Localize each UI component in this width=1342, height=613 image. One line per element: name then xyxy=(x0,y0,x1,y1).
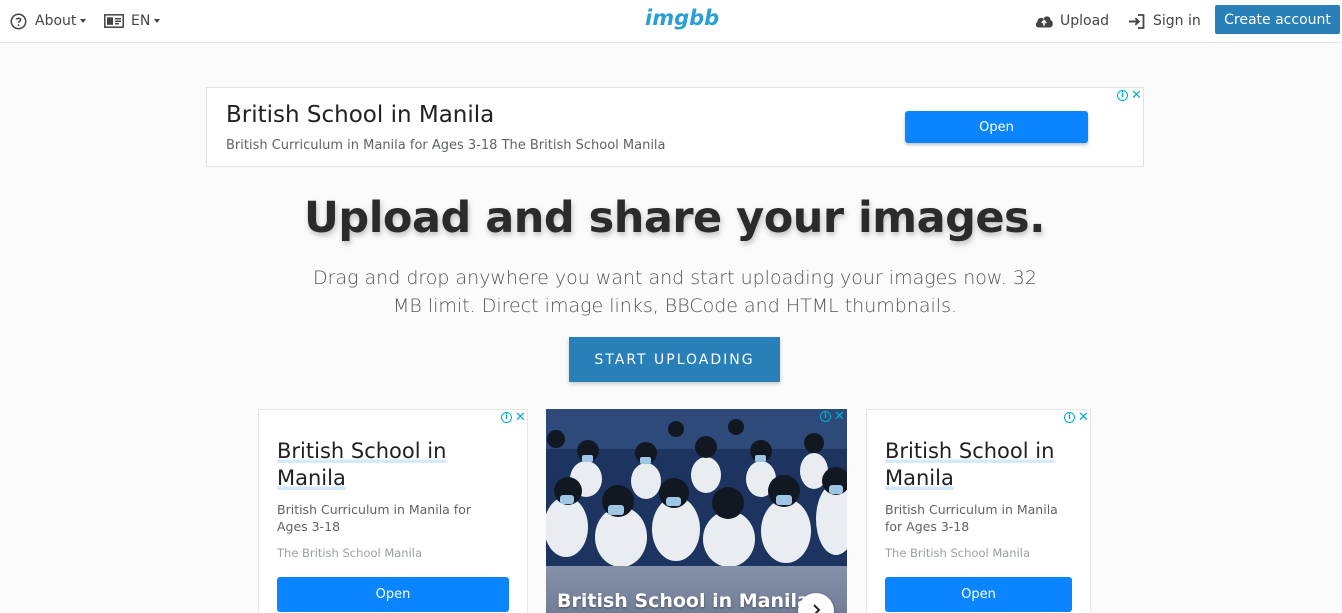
ad-card-description: British Curriculum in Manila for Ages 3-… xyxy=(277,502,471,534)
students-photo xyxy=(546,409,847,569)
hero-title: Upload and share your images. xyxy=(304,193,1045,243)
ad-info-icon[interactable]: i xyxy=(1117,90,1128,101)
ad-card-title-line2: Manila xyxy=(885,466,954,490)
ad-info-icon[interactable]: i xyxy=(1064,412,1075,423)
ad-info-icon[interactable]: i xyxy=(501,412,512,423)
adchoices[interactable]: i ✕ xyxy=(1064,411,1089,424)
signin-link[interactable]: Sign in xyxy=(1128,0,1201,42)
caret-down-icon xyxy=(80,19,87,23)
ad-image-title[interactable]: British School in Manila xyxy=(557,590,810,612)
upload-label: Upload xyxy=(1060,13,1110,29)
language-label: EN xyxy=(131,13,151,29)
upload-link[interactable]: Upload xyxy=(1034,0,1109,42)
ad-card-image[interactable]: i ✕ British School in Manila xyxy=(546,409,847,613)
language-card-icon xyxy=(104,14,124,28)
ad-card-title-line2: Manila xyxy=(277,466,346,490)
ad-banner-top[interactable]: i ✕ British School in Manila British Cur… xyxy=(206,87,1144,167)
ad-card-source: The British School Manila xyxy=(277,546,423,560)
create-account-button[interactable]: Create account xyxy=(1215,5,1340,34)
ad-close-icon[interactable]: ✕ xyxy=(1078,411,1089,424)
adchoices[interactable]: i ✕ xyxy=(820,410,845,423)
ad-card-source: The British School Manila xyxy=(885,546,1031,560)
start-uploading-button[interactable]: START UPLOADING xyxy=(569,337,780,382)
top-navigation-bar: About EN imgbb Upload Sign in Create acc… xyxy=(0,0,1342,43)
ad-card-right[interactable]: i ✕ British School in Manila British Cur… xyxy=(866,409,1091,613)
imgbb-logo[interactable]: imgbb xyxy=(645,6,719,30)
caret-down-icon xyxy=(154,19,161,23)
ad-close-icon[interactable]: ✕ xyxy=(1131,89,1142,102)
adchoices[interactable]: i ✕ xyxy=(1117,89,1142,102)
ad-card-open-button[interactable]: Open xyxy=(277,577,509,612)
help-circle-icon xyxy=(10,13,27,30)
ad-card-open-button[interactable]: Open xyxy=(885,577,1072,612)
ad-card-left[interactable]: i ✕ British School in Manila British Cur… xyxy=(258,409,528,613)
ad-title[interactable]: British School in Manila xyxy=(226,102,494,128)
cloud-upload-icon xyxy=(1034,14,1054,28)
adchoices[interactable]: i ✕ xyxy=(501,411,526,424)
ad-open-button[interactable]: Open xyxy=(905,111,1088,143)
ad-card-title-line1: British School in xyxy=(277,439,447,463)
about-label: About xyxy=(35,13,77,29)
language-menu[interactable]: EN xyxy=(104,0,161,42)
ad-card-title-line1: British School in xyxy=(885,439,1055,463)
ad-close-icon[interactable]: ✕ xyxy=(834,410,845,423)
sign-in-icon xyxy=(1128,13,1145,29)
ad-close-icon[interactable]: ✕ xyxy=(515,411,526,424)
ad-card-title[interactable]: British School in Manila xyxy=(277,438,497,492)
ad-description: British Curriculum in Manila for Ages 3-… xyxy=(226,138,666,153)
chevron-right-icon xyxy=(809,602,823,613)
ad-info-icon[interactable]: i xyxy=(820,411,831,422)
signin-label: Sign in xyxy=(1153,13,1201,29)
ad-card-title[interactable]: British School in Manila xyxy=(885,438,1060,492)
about-menu[interactable]: About xyxy=(10,0,87,42)
hero-subtitle: Drag and drop anywhere you want and star… xyxy=(313,267,1037,317)
ad-card-description: British Curriculum in Manila for Ages 3-… xyxy=(885,502,1058,534)
